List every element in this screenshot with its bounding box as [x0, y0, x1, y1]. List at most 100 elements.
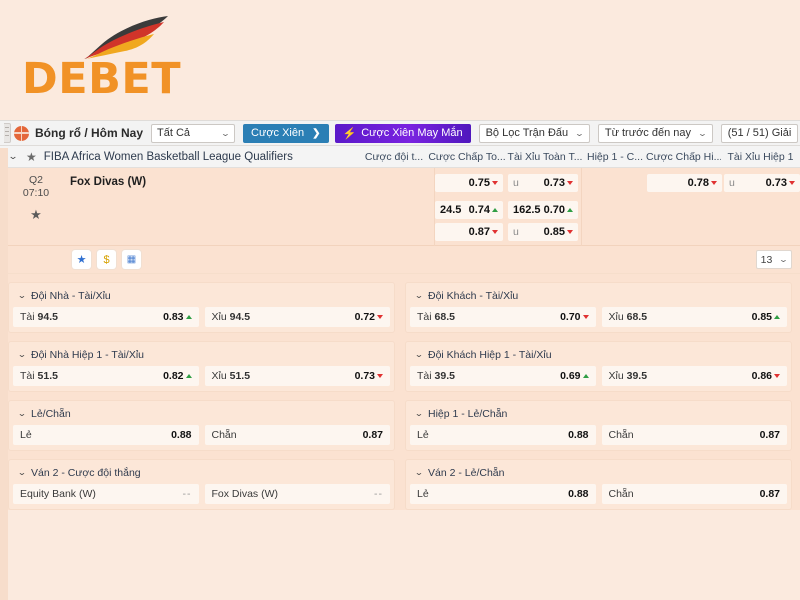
- league-count-badge[interactable]: (51 / 51) Giải: [720, 123, 799, 143]
- chevron-down-icon[interactable]: ⌄: [406, 350, 431, 359]
- cashout-coin-icon[interactable]: $: [97, 250, 116, 269]
- chevron-down-icon[interactable]: ⌄: [406, 468, 431, 477]
- odds-trend-down-icon: [377, 374, 383, 378]
- odds-cell-handicap-full-2[interactable]: 24.5 0.74: [435, 201, 503, 219]
- market-title: Lẻ/Chẵn: [31, 407, 71, 420]
- option-line: 51.5: [229, 370, 251, 382]
- option-line: 39.5: [434, 370, 455, 382]
- column-header-moneyline: Cược đội t...: [364, 151, 424, 163]
- match-team-name: Fox Divas (W): [70, 176, 147, 188]
- market-options: Tài 94.5 0.83 Xỉu 94.5 0.72: [13, 307, 390, 327]
- match-clock: 07:10: [22, 187, 50, 199]
- all-filter-select[interactable]: Tất Cả ⌄: [151, 123, 236, 143]
- option-label: Xỉu: [608, 311, 624, 323]
- market-option[interactable]: Xỉu 39.5 0.86: [601, 366, 787, 386]
- chevron-down-icon[interactable]: ⌄: [9, 409, 34, 418]
- favorite-star-icon[interactable]: ★: [72, 250, 91, 269]
- odds-column-headers: Cược đội t... Cược Chấp To... Tài Xỉu To…: [360, 146, 800, 168]
- market-option[interactable]: Xỉu 68.5 0.85: [601, 307, 787, 327]
- option-label: Lẻ: [417, 429, 429, 441]
- odds-value: 0.85: [543, 226, 565, 238]
- chevron-down-icon[interactable]: ⌄: [406, 291, 431, 300]
- match-row[interactable]: Q2 07:10 ★ Fox Divas (W) 0.75 u 0.73 0.7…: [0, 168, 800, 246]
- market-option[interactable]: Chẵn 0.87: [204, 425, 390, 445]
- option-odds: 0.86: [751, 370, 772, 382]
- top-toolbar: Bóng rổ / Hôm Nay Tất Cả ⌄ Cược Xiên ❯ ⚡…: [0, 120, 800, 146]
- market-title: Đội Khách - Tài/Xỉu: [428, 289, 519, 302]
- market-header[interactable]: ⌄ Đội Khách Hiệp 1 - Tài/Xỉu: [410, 346, 787, 363]
- odds-trend-down-icon: [711, 181, 717, 185]
- market-option[interactable]: Chẵn 0.87: [601, 425, 787, 445]
- odds-cell-ou-full-3[interactable]: u 0.85: [508, 223, 578, 241]
- odds-value: 0.70: [543, 204, 565, 216]
- odds-cell-handicap-full-3[interactable]: 0.87: [435, 223, 503, 241]
- option-odds: 0.69: [560, 370, 581, 382]
- market-option[interactable]: Lẻ 0.88: [410, 484, 596, 504]
- statistics-icon[interactable]: ▦: [122, 250, 141, 269]
- match-filter-select[interactable]: Bộ Lọc Trận Đấu ⌄: [478, 123, 590, 143]
- market-count-select[interactable]: 13 ⌄: [755, 250, 792, 269]
- chevron-down-icon[interactable]: ⌄: [406, 409, 431, 418]
- option-label: Xỉu: [211, 311, 227, 323]
- match-favorite-star-icon[interactable]: ★: [0, 208, 72, 221]
- column-header-ou-h1: Tài Xỉu Hiệp 1: [727, 151, 794, 163]
- toolbar-right-group: Bộ Lọc Trận Đấu ⌄ Từ trước đến nay ⌄ (51…: [471, 123, 800, 143]
- column-header-handicap-h1: Cược Chấp Hi...: [646, 151, 721, 163]
- market-option[interactable]: Tài 39.5 0.69: [410, 366, 596, 386]
- market-title: Ván 2 - Cược đội thắng: [31, 466, 141, 479]
- option-label: Tài: [417, 370, 432, 382]
- odds-cell-handicap-h1-1[interactable]: 0.78: [647, 174, 722, 192]
- sidebar-collapse-handle[interactable]: [4, 123, 11, 143]
- option-label: Chẵn: [608, 488, 634, 500]
- chevron-down-icon[interactable]: ⌄: [9, 468, 34, 477]
- odds-cell-ou-full-1[interactable]: u 0.73: [508, 174, 578, 192]
- market-header[interactable]: ⌄ Hiệp 1 - Lẻ/Chẵn: [410, 405, 787, 422]
- market-option[interactable]: Lẻ 0.88: [410, 425, 596, 445]
- market-option[interactable]: Xỉu 51.5 0.73: [204, 366, 390, 386]
- option-label: Lẻ: [20, 429, 32, 441]
- market-header[interactable]: ⌄ Đội Nhà - Tài/Xỉu: [13, 287, 390, 304]
- market-option[interactable]: Fox Divas (W) --: [204, 484, 390, 504]
- option-label: Xỉu: [608, 370, 624, 382]
- market-option[interactable]: Xỉu 94.5 0.72: [204, 307, 390, 327]
- odds-trend-down-icon: [789, 181, 795, 185]
- odds-side: u: [729, 177, 735, 189]
- market-option[interactable]: Equity Bank (W) --: [13, 484, 199, 504]
- chevron-down-icon: ⌄: [778, 255, 789, 264]
- parlay-label: Cược Xiên: [251, 127, 305, 139]
- basketball-icon: [14, 125, 29, 141]
- chevron-down-icon: ⌄: [697, 128, 708, 138]
- lucky-parlay-button[interactable]: ⚡ Cược Xiên May Mắn: [334, 123, 471, 143]
- odds-trend-up-icon: [774, 315, 780, 319]
- option-label: Chẵn: [608, 429, 634, 441]
- odds-side: u: [513, 226, 519, 238]
- odds-side: u: [513, 177, 519, 189]
- league-header-row[interactable]: ⌄ ★ FIBA Africa Women Basketball League …: [0, 146, 800, 168]
- odds-trend-down-icon: [774, 374, 780, 378]
- market-option[interactable]: Tài 68.5 0.70: [410, 307, 596, 327]
- chevron-down-icon[interactable]: ⌄: [9, 350, 34, 359]
- option-label: Tài: [20, 311, 35, 323]
- odds-cell-ou-full-2[interactable]: 162.5 0.70: [508, 201, 578, 219]
- odds-trend-up-icon: [492, 208, 498, 212]
- parlay-button[interactable]: Cược Xiên ❯: [243, 123, 329, 143]
- odds-cell-ou-h1-1[interactable]: u 0.73: [724, 174, 800, 192]
- market-option[interactable]: Tài 51.5 0.82: [13, 366, 199, 386]
- time-filter-select[interactable]: Từ trước đến nay ⌄: [597, 123, 713, 143]
- market-header[interactable]: ⌄ Ván 2 - Cược đội thắng: [13, 464, 390, 481]
- market-option[interactable]: Chẵn 0.87: [601, 484, 787, 504]
- option-odds: 0.82: [163, 370, 184, 382]
- market-header[interactable]: ⌄ Ván 2 - Lẻ/Chẵn: [410, 464, 787, 481]
- market-header[interactable]: ⌄ Lẻ/Chẵn: [13, 405, 390, 422]
- market-option[interactable]: Lẻ 0.88: [13, 425, 199, 445]
- market-title: Hiệp 1 - Lẻ/Chẵn: [428, 407, 508, 420]
- market-header[interactable]: ⌄ Đội Nhà Hiệp 1 - Tài/Xỉu: [13, 346, 390, 363]
- chevron-down-icon[interactable]: ⌄: [9, 291, 34, 300]
- market-header[interactable]: ⌄ Đội Khách - Tài/Xỉu: [410, 287, 787, 304]
- odds-cell-handicap-full-1[interactable]: 0.75: [435, 174, 503, 192]
- market-option[interactable]: Tài 94.5 0.83: [13, 307, 199, 327]
- chevron-down-icon: ⌄: [574, 128, 585, 138]
- market-card: ⌄ Đội Nhà - Tài/Xỉu Tài 94.5 0.83 Xỉu 94…: [8, 282, 395, 333]
- market-options: Lẻ 0.88 Chẵn 0.87: [410, 484, 787, 504]
- market-card: ⌄ Lẻ/Chẵn Lẻ 0.88 Chẵn 0.87: [8, 400, 395, 451]
